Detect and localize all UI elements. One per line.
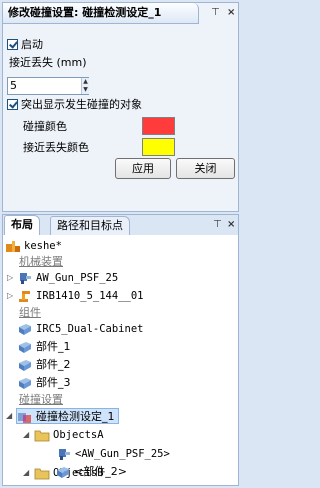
close-icon[interactable]: × <box>227 219 235 231</box>
tree-collision-set[interactable]: 碰撞检测设定_1 <box>16 408 119 424</box>
mechanism-label: AW_Gun_PSF_25 <box>36 272 119 284</box>
objects-a-label: ObjectsA <box>53 429 104 441</box>
part-icon <box>19 342 31 353</box>
component-label: 部件_2 <box>36 358 71 371</box>
close-button[interactable]: 关闭 <box>176 158 235 179</box>
part-icon <box>19 360 31 371</box>
apply-button[interactable]: 应用 <box>115 158 171 179</box>
tree-object[interactable]: <AW_Gun_PSF_25> <box>56 446 170 462</box>
collision-color-label: 碰撞颜色 <box>23 120 67 133</box>
tree-component[interactable]: IRC5_Dual-Cabinet <box>17 321 143 337</box>
group-components: 组件 <box>19 306 41 319</box>
tool-icon <box>59 449 70 460</box>
tool-icon <box>20 273 31 284</box>
collision-set-label: 碰撞检测设定_1 <box>36 410 115 423</box>
collapse-arrow-icon[interactable]: ◢ <box>23 465 29 481</box>
part-icon <box>19 324 31 335</box>
tab-paths-targets[interactable]: 路径和目标点 <box>50 216 130 235</box>
enable-checkbox-row[interactable]: 启动 <box>7 38 43 52</box>
near-miss-color-swatch[interactable] <box>142 138 175 156</box>
tree-objects-a[interactable]: ObjectsA <box>34 427 104 443</box>
part-icon <box>19 378 31 389</box>
object-b-item: <部件_2> <box>74 465 127 478</box>
spin-up-icon[interactable]: ▲ <box>81 78 89 86</box>
collision-set-icon <box>18 413 31 423</box>
component-label: 部件_3 <box>36 376 71 389</box>
near-miss-label: 接近丢失 (mm) <box>9 56 87 69</box>
station-icon <box>6 241 20 252</box>
folder-icon <box>34 430 50 442</box>
mechanism-label: IRB1410_5_144__01 <box>36 290 144 302</box>
highlight-checkbox[interactable] <box>7 99 18 110</box>
enable-label: 启动 <box>21 38 43 51</box>
highlight-checkbox-row[interactable]: 突出显示发生碰撞的对象 <box>7 98 142 112</box>
tab-bar: 布局 路径和目标点 <box>3 215 238 235</box>
station-label: keshe* <box>24 240 62 252</box>
near-miss-stepper[interactable]: ▲ ▼ <box>81 78 89 94</box>
modify-collision-panel: 修改碰撞设置: 碰撞检测设定_1 ⊤ × 启动 接近丢失 (mm) 5 ▲ ▼ … <box>2 2 239 212</box>
folder-icon <box>34 468 50 480</box>
tree-component[interactable]: 部件_1 <box>17 339 71 355</box>
robot-icon <box>19 291 30 302</box>
layout-browser-panel: 布局 路径和目标点 ⊤ × keshe* 机械装置 ▷ AW_Gun_PSF_2… <box>2 214 239 486</box>
pin-icon[interactable]: ⊤ <box>211 7 220 19</box>
expand-arrow-icon[interactable]: ▷ <box>7 288 13 304</box>
highlight-label: 突出显示发生碰撞的对象 <box>21 98 142 111</box>
tree-mechanism[interactable]: IRB1410_5_144__01 <box>17 288 143 304</box>
panel-title-tab: 修改碰撞设置: 碰撞检测设定_1 <box>3 3 199 24</box>
tree-component[interactable]: 部件_3 <box>17 375 71 391</box>
near-miss-input[interactable]: 5 <box>7 77 89 95</box>
tree-mechanism[interactable]: AW_Gun_PSF_25 <box>17 270 118 286</box>
component-label: IRC5_Dual-Cabinet <box>36 323 144 335</box>
enable-checkbox[interactable] <box>7 39 18 50</box>
expand-arrow-icon[interactable]: ▷ <box>7 270 13 286</box>
group-mechanisms: 机械装置 <box>19 255 63 268</box>
near-miss-color-label: 接近丢失颜色 <box>23 141 89 154</box>
object-a-item: <AW_Gun_PSF_25> <box>75 448 170 460</box>
spin-down-icon[interactable]: ▼ <box>81 86 89 94</box>
part-icon <box>57 467 69 478</box>
tree-object[interactable]: <部件_2> <box>55 464 127 480</box>
component-label: 部件_1 <box>36 340 71 353</box>
collision-color-swatch[interactable] <box>142 117 175 135</box>
collapse-arrow-icon[interactable]: ◢ <box>6 408 12 424</box>
group-collision: 碰撞设置 <box>19 393 63 406</box>
collapse-arrow-icon[interactable]: ◢ <box>23 427 29 443</box>
tree-component[interactable]: 部件_2 <box>17 357 71 373</box>
pin-icon[interactable]: ⊤ <box>213 219 222 231</box>
tree-station[interactable]: keshe* <box>5 238 62 254</box>
tab-layout[interactable]: 布局 <box>4 215 40 235</box>
close-icon[interactable]: × <box>227 7 235 19</box>
